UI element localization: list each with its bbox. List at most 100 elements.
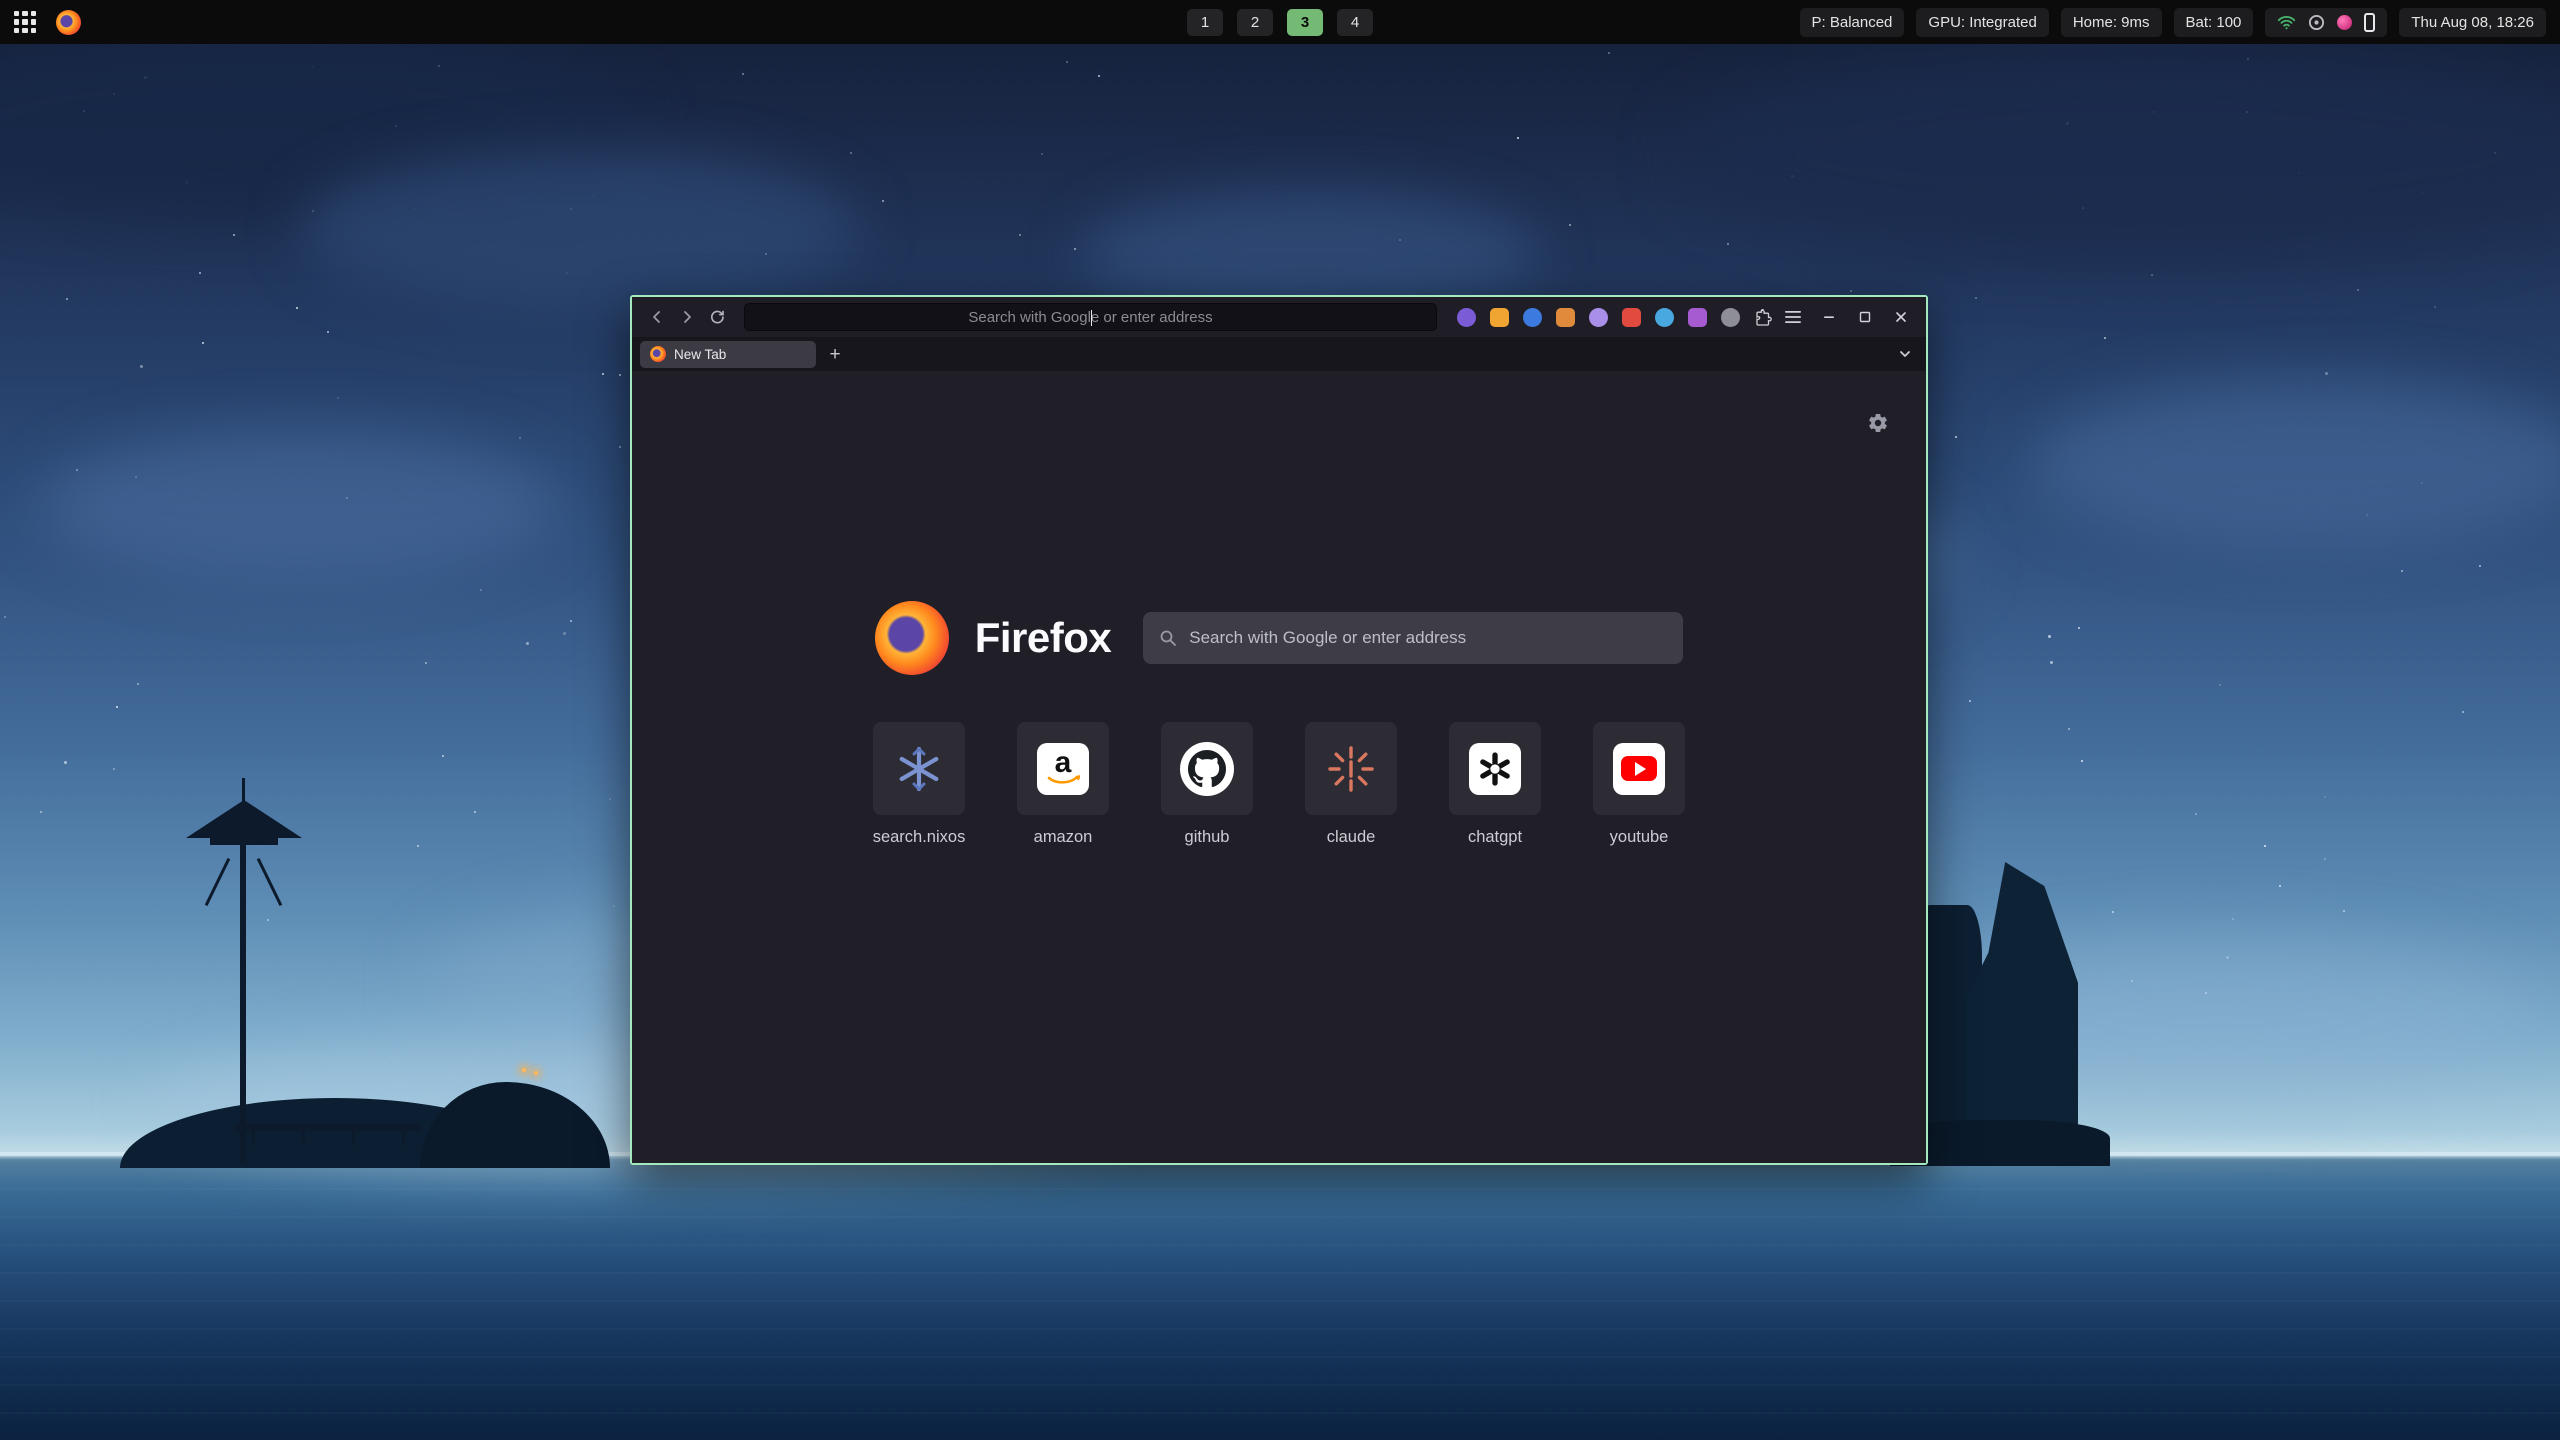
search-icon — [1159, 629, 1177, 647]
star — [1569, 224, 1571, 226]
star — [116, 706, 118, 708]
shortcut-chatgpt[interactable]: chatgpt — [1449, 722, 1541, 847]
extensions-button[interactable] — [1748, 303, 1778, 331]
star — [1041, 153, 1043, 155]
tab-bar: New Tab + — [632, 337, 1926, 371]
star — [327, 331, 329, 333]
firefox-icon[interactable] — [56, 10, 81, 35]
extension-icon[interactable] — [1688, 308, 1707, 327]
extension-icon[interactable] — [1457, 308, 1476, 327]
star — [113, 93, 115, 95]
star — [66, 298, 68, 300]
star — [609, 798, 611, 800]
workspace-3[interactable]: 3 — [1287, 9, 1323, 36]
extension-icon[interactable] — [1523, 308, 1542, 327]
app-launcher-icon[interactable] — [14, 11, 36, 33]
chevron-down-icon — [1898, 349, 1912, 359]
magenta-dot-icon[interactable] — [2337, 15, 2352, 30]
star — [135, 476, 137, 478]
star — [526, 642, 529, 645]
star — [346, 497, 348, 499]
newtab-search-bar[interactable] — [1143, 612, 1683, 664]
hamburger-icon — [1785, 310, 1801, 324]
star — [413, 208, 415, 210]
shortcut-amazon[interactable]: a amazon — [1017, 722, 1109, 847]
shortcut-label: chatgpt — [1468, 828, 1522, 847]
firefox-wordmark: Firefox — [975, 614, 1112, 662]
amazon-icon: a — [1037, 743, 1089, 795]
sea-texture — [0, 1160, 2560, 1440]
new-tab-button[interactable]: + — [822, 341, 848, 367]
cloud — [300, 150, 860, 310]
star — [1791, 175, 1794, 178]
close-button[interactable] — [1886, 303, 1916, 331]
extension-icon[interactable] — [1589, 308, 1608, 327]
star — [1969, 700, 1971, 702]
star — [337, 397, 339, 399]
back-button[interactable] — [642, 303, 672, 331]
star — [2357, 289, 2359, 291]
star — [2246, 111, 2248, 113]
claude-starburst-icon — [1326, 744, 1376, 794]
star — [2325, 372, 2328, 375]
star — [40, 811, 42, 813]
tray-circle-icon[interactable] — [2308, 14, 2325, 31]
extension-icon[interactable] — [1655, 308, 1674, 327]
star — [480, 589, 482, 591]
cliff-right-silhouette — [1966, 862, 2078, 1164]
watchtower-roof — [186, 800, 302, 838]
menu-button[interactable] — [1778, 303, 1808, 331]
star — [1399, 239, 1401, 241]
forward-button[interactable] — [672, 303, 702, 331]
pier-post — [402, 1130, 405, 1145]
extension-icon[interactable] — [1556, 308, 1575, 327]
workspace-2[interactable]: 2 — [1237, 9, 1273, 36]
extension-row — [1457, 308, 1740, 327]
extension-icon[interactable] — [1622, 308, 1641, 327]
extension-icon[interactable] — [1721, 308, 1740, 327]
star — [1098, 75, 1100, 77]
maximize-button[interactable] — [1850, 303, 1880, 331]
minimize-button[interactable] — [1814, 303, 1844, 331]
shortcut-github[interactable]: github — [1161, 722, 1253, 847]
extension-icon[interactable] — [1490, 308, 1509, 327]
shortcut-label: search.nixos — [873, 828, 966, 847]
pier-post — [302, 1130, 305, 1145]
youtube-red-rect — [1621, 756, 1657, 781]
star — [566, 272, 568, 274]
wifi-icon[interactable] — [2277, 14, 2296, 31]
star — [1850, 290, 1852, 292]
newtab-search-input[interactable] — [1189, 628, 1667, 648]
hut-lights — [522, 1068, 526, 1072]
star — [137, 683, 139, 685]
star — [64, 761, 67, 764]
shortcut-search-nixos[interactable]: search.nixos — [873, 722, 965, 847]
star — [2081, 760, 2083, 762]
newtab-page: Firefox search.nixos a — [632, 371, 1926, 1163]
list-all-tabs-button[interactable] — [1892, 341, 1918, 367]
star — [602, 373, 604, 375]
shortcut-youtube[interactable]: youtube — [1593, 722, 1685, 847]
url-bar[interactable] — [744, 303, 1437, 331]
star — [1517, 137, 1519, 139]
star — [267, 919, 269, 921]
nixos-snowflake-icon — [894, 744, 944, 794]
star — [619, 446, 621, 448]
newtab-hero: Firefox — [632, 601, 1926, 675]
workspace-4[interactable]: 4 — [1337, 9, 1373, 36]
firefox-window: New Tab + Firefox — [630, 295, 1928, 1165]
workspace-1[interactable]: 1 — [1187, 9, 1223, 36]
watchtower-brace — [257, 858, 282, 906]
openai-mark — [1475, 749, 1515, 789]
shortcut-label: github — [1185, 828, 1230, 847]
tab-new-tab[interactable]: New Tab — [640, 341, 816, 368]
star — [1019, 234, 1021, 236]
star — [474, 811, 476, 813]
personalize-button[interactable] — [1864, 409, 1892, 437]
text-caret — [1091, 310, 1093, 326]
phone-icon[interactable] — [2364, 13, 2375, 32]
shortcut-claude[interactable]: claude — [1305, 722, 1397, 847]
star — [2066, 122, 2069, 125]
reload-button[interactable] — [702, 303, 732, 331]
island-rocks-silhouette — [420, 1082, 610, 1168]
